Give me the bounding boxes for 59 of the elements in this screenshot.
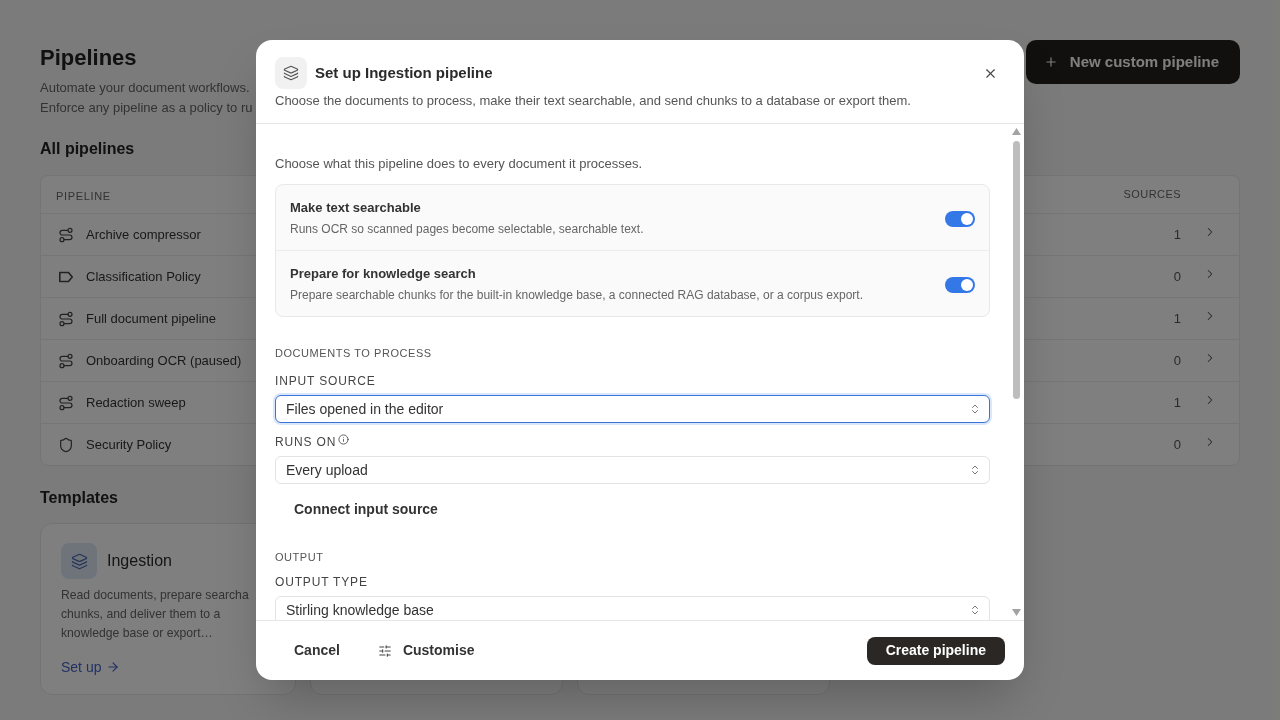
page-title: Pipelines [40,44,137,72]
section-heading: OUTPUT [275,550,324,565]
scroll-up-arrow-icon[interactable] [1011,128,1021,135]
arrow-right-icon [106,660,121,674]
option-title: Make text searchable [290,199,421,217]
create-pipeline-button[interactable]: Create pipeline [866,636,1005,665]
chevrons-icon [969,403,981,415]
chevrons-icon [969,604,981,616]
route-icon [58,352,74,369]
scroll-down-arrow-icon[interactable] [1011,609,1021,616]
pipeline-name: Security Policy [86,435,172,454]
option-description: Runs OCR so scanned pages become selectable, searchable text. [290,221,644,238]
field-label: INPUT SOURCE [275,373,376,389]
select-field[interactable]: Stirling knowledge base [275,596,990,620]
route-icon [58,226,74,243]
layers-icon [275,57,307,89]
chevrons-icon [969,464,981,476]
column-header: PIPELINE [56,189,111,202]
column-header: SOURCES [1123,187,1181,203]
info-icon[interactable] [338,434,350,445]
template-description: Read documents, prepare searcha chunks, and deliver them to a knowledge base or export… [61,587,249,642]
template-title: Ingestion [107,551,172,571]
toggle-switch[interactable] [945,276,975,293]
sources-count: 1 [1173,225,1181,244]
new-pipeline-button[interactable]: New custom pipeline [1025,40,1240,84]
sources-count: 1 [1173,309,1181,328]
dialog-subtitle: Choose the documents to process, make their text searchable, and send chunks to a database or export them. [275,92,911,110]
sources-count: 0 [1173,435,1181,454]
field-label: OUTPUT TYPE [275,574,368,590]
intro-text: Choose what this pipeline does to every document it processes. [275,155,643,173]
section-heading: All pipelines [40,139,135,159]
section-heading: Templates [40,488,118,508]
scrollbar-thumb[interactable] [1012,141,1020,399]
section-heading: DOCUMENTS TO PROCESS [275,346,432,361]
sources-count: 1 [1173,393,1181,412]
pipeline-name: Archive compressor [86,225,201,244]
select-field[interactable]: Every upload [275,456,990,484]
connect-source-button[interactable]: Connect input source [275,493,457,525]
pipeline-name: Redaction sweep [86,393,186,412]
route-icon [58,310,74,327]
option-description: Prepare searchable chunks for the built-in knowledge base, a connected RAG database, or a corpus export. [290,287,863,304]
sliders-icon [377,643,392,658]
cancel-button[interactable]: Cancel [275,634,359,667]
select-field[interactable]: Files opened in the editor [275,395,990,423]
dialog-title: Set up Ingestion pipeline [315,62,493,83]
field-label: RUNS ON [275,434,337,450]
option-title: Prepare for knowledge search [290,265,476,283]
page-subtitle: Automate your document workflows. Enforce any pipeline as a policy to ru [40,79,253,117]
layers-icon [61,543,97,579]
pipeline-name: Classification Policy [86,267,201,286]
toggle-switch[interactable] [945,210,975,227]
route-icon [58,394,74,411]
shield-icon [58,436,74,453]
sources-count: 0 [1173,267,1181,286]
customise-button[interactable]: Customise [358,634,494,667]
pipeline-name: Full document pipeline [86,309,217,328]
pipeline-name: Onboarding OCR (paused) [86,351,242,370]
plus-icon [1043,55,1058,69]
sources-count: 0 [1173,351,1181,370]
